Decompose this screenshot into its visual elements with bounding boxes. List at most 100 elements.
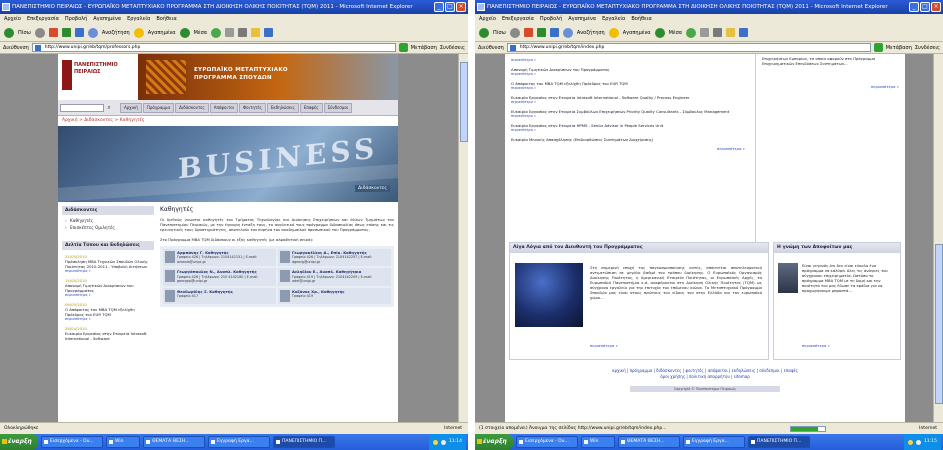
taskbar-item[interactable]: Εγγραφή Εργα... — [208, 436, 270, 448]
address-input[interactable]: http://www.unipi.gr/eb/tqm/professors.ph… — [31, 43, 396, 52]
history-icon[interactable] — [686, 27, 697, 38]
footer-link-home[interactable]: αρχική — [612, 368, 626, 373]
media-button[interactable]: Μέσα — [194, 30, 207, 36]
faculty-card[interactable]: Δεληδίου Ε., Αναπλ. Καθηγήτρια Γραφείο 41… — [278, 268, 391, 286]
nav-tab-events[interactable]: Εκδηλώσεις — [266, 102, 299, 113]
news-item[interactable]: Ευκαιρία Εργασίας στην Εταιρεία Intrasof… — [511, 93, 749, 107]
university-logo[interactable]: ΠΑΝΕΠΙΣΤΗΜΙΟ ΠΕΙΡΑΙΩΣ — [58, 54, 138, 100]
menu-help[interactable]: Βοήθεια — [156, 14, 176, 24]
footer-link-program[interactable]: πρόγραμμα — [630, 368, 653, 373]
news-more-link[interactable]: περισσότερα » — [511, 72, 749, 77]
menu-file[interactable]: Αρχείο — [4, 14, 21, 24]
forward-arrow-icon[interactable] — [509, 27, 520, 38]
menu-view[interactable]: Προβολή — [540, 14, 562, 24]
taskbar-item[interactable]: ΘΕΜΑΤΑ ΘΕΣΗ... — [143, 436, 205, 448]
window-titlebar[interactable]: ΠΑΝΕΠΙΣΤΗΜΙΟ ΠΕΙΡΑΙΩΣ - ΕΥΡΩΠΑΪΚΟ ΜΕΤΑΠΤ… — [0, 0, 468, 14]
menu-tools[interactable]: Εργαλεία — [602, 14, 625, 24]
print-icon[interactable] — [238, 28, 248, 37]
favorites-star-icon[interactable] — [608, 27, 619, 38]
maximize-button[interactable]: □ — [920, 2, 930, 12]
taskbar-item[interactable]: Win — [581, 436, 615, 448]
nav-tab-home[interactable]: Αρχική — [120, 102, 142, 113]
footer-link-terms[interactable]: όροι χρήσης — [660, 374, 685, 379]
media-icon[interactable] — [179, 27, 190, 38]
news-item[interactable]: Ευκαιρία Εργασίας στην Εταιρεία Συμβούλω… — [511, 107, 749, 121]
media-button[interactable]: Μέσα — [669, 30, 682, 36]
refresh-icon[interactable] — [61, 28, 71, 37]
news-item[interactable]: Απονομή Τιμητικών Διακρίσεων του Προγράμ… — [511, 65, 749, 79]
news-item[interactable]: 14/05/2010 Απονομή Τιμητικών Διακρίσεων … — [62, 276, 154, 300]
faculty-card[interactable]: Γεωργόπουλος Ν., Αναπλ. Καθηγητής Γραφείο… — [163, 268, 276, 286]
messenger-icon[interactable] — [264, 28, 274, 37]
nav-tab-alumni[interactable]: Απόφοιτοι — [209, 102, 239, 113]
faculty-card[interactable]: Θεοδωρίδης Σ. Καθηγητής Γραφείο 417 — [163, 287, 276, 304]
vertical-scrollbar[interactable] — [458, 54, 468, 422]
search-icon[interactable] — [87, 27, 98, 38]
taskbar-item[interactable]: ΠΑΝΕΠΙΣΤΗΜΙΟ Π... — [748, 436, 810, 448]
menu-help[interactable]: Βοήθεια — [631, 14, 651, 24]
news-more-link[interactable]: περισσότερα » — [65, 269, 151, 274]
menu-edit[interactable]: Επεξεργασία — [27, 14, 59, 24]
close-button[interactable]: × — [931, 2, 941, 12]
footer-link-privacy[interactable]: πολιτική απορρήτου — [689, 374, 730, 379]
menu-tools[interactable]: Εργαλεία — [127, 14, 150, 24]
stop-icon[interactable] — [48, 28, 58, 37]
footer-link-alumni[interactable]: απόφοιτοι — [708, 368, 728, 373]
back-button[interactable]: Πίσω — [18, 30, 31, 36]
folder-icon[interactable] — [251, 28, 261, 37]
go-button[interactable]: Μετάβαση — [886, 45, 912, 51]
footer-link-sitemap[interactable]: sitemap — [734, 374, 750, 379]
nav-tab-students[interactable]: Φοιτητές — [239, 102, 266, 113]
footer-link-faculty[interactable]: διδάσκοντες — [656, 368, 681, 373]
search-icon[interactable] — [562, 27, 573, 38]
news-item[interactable]: Ευκαιρία Εργασίας στην Εταιρεία HPMS - S… — [511, 121, 749, 135]
back-button[interactable]: Πίσω — [493, 30, 506, 36]
close-button[interactable]: × — [456, 2, 466, 12]
nav-tab-program[interactable]: Πρόγραμμα — [142, 102, 175, 113]
taskbar-item[interactable]: Εισερχόμενα - Ou... — [516, 436, 578, 448]
menu-favorites[interactable]: Αγαπημένα — [93, 14, 121, 24]
footer-link-events[interactable]: εκδηλώσεις — [732, 368, 756, 373]
search-button[interactable]: Αναζήτηση — [577, 30, 605, 36]
back-arrow-icon[interactable] — [4, 27, 14, 38]
site-search-input[interactable] — [60, 103, 104, 112]
links-button[interactable]: Συνδέσεις — [440, 45, 465, 51]
news-more-link[interactable]: περισσότερα » — [511, 86, 749, 91]
home-icon[interactable] — [74, 28, 84, 37]
scrollbar-thumb[interactable] — [460, 62, 468, 142]
right-column-more-link[interactable]: περισσότερα » — [762, 84, 899, 89]
start-button[interactable]: έναρξη — [0, 434, 38, 450]
menu-file[interactable]: Αρχείο — [479, 14, 496, 24]
magnifier-icon[interactable]: ⌕ — [105, 104, 113, 112]
nav-tab-faculty[interactable]: Διδάσκοντες — [175, 102, 209, 113]
vertical-scrollbar[interactable] — [933, 54, 943, 422]
print-icon[interactable] — [713, 28, 723, 37]
menu-favorites[interactable]: Αγαπημένα — [568, 14, 596, 24]
sidebar-item-guest-speakers[interactable]: Επισκέπτες Ομιλητές — [62, 224, 154, 231]
nav-tab-links[interactable]: Σύνδεσμοι — [323, 102, 353, 113]
all-news-link[interactable]: περισσότερα » — [511, 146, 749, 151]
network-icon[interactable] — [433, 439, 439, 445]
minimize-button[interactable]: _ — [909, 2, 919, 12]
volume-icon[interactable] — [441, 439, 447, 445]
favorites-button[interactable]: Αγαπημένα — [623, 30, 651, 36]
media-icon[interactable] — [654, 27, 665, 38]
messenger-icon[interactable] — [739, 28, 749, 37]
history-icon[interactable] — [211, 27, 222, 38]
news-item[interactable]: Ο Απόφοιτος του ΜΒΑ TQM εξελίχθη Πρόεδρο… — [511, 79, 749, 93]
news-item[interactable]: 21/05/2010 Πρόσκληση ΜΒΑ Τεχνικών Σπουδώ… — [62, 252, 154, 276]
maximize-button[interactable]: □ — [445, 2, 455, 12]
sidebar-item-professors[interactable]: Καθηγητές — [62, 217, 154, 224]
taskbar-item[interactable]: ΘΕΜΑΤΑ ΘΕΣΗ... — [618, 436, 680, 448]
window-titlebar[interactable]: ΠΑΝΕΠΙΣΤΗΜΙΟ ΠΕΙΡΑΙΩΣ - ΕΥΡΩΠΑΪΚΟ ΜΕΤΑΠΤ… — [475, 0, 943, 14]
forward-arrow-icon[interactable] — [34, 27, 45, 38]
favorites-button[interactable]: Αγαπημένα — [148, 30, 176, 36]
scrollbar-thumb[interactable] — [935, 244, 943, 404]
footer-link-students[interactable]: φοιτητές — [685, 368, 703, 373]
news-more-link[interactable]: περισσότερα » — [65, 293, 151, 298]
faculty-card[interactable]: Καζάνας Χρ., Καθηγητής Γραφείο 419 — [278, 287, 391, 304]
menu-view[interactable]: Προβολή — [65, 14, 87, 24]
start-button[interactable]: έναρξη — [475, 434, 513, 450]
stop-icon[interactable] — [523, 28, 533, 37]
faculty-card[interactable]: Γεωργακέλλος Δ., Επίκ. Καθηγητής Γραφείο … — [278, 248, 391, 267]
